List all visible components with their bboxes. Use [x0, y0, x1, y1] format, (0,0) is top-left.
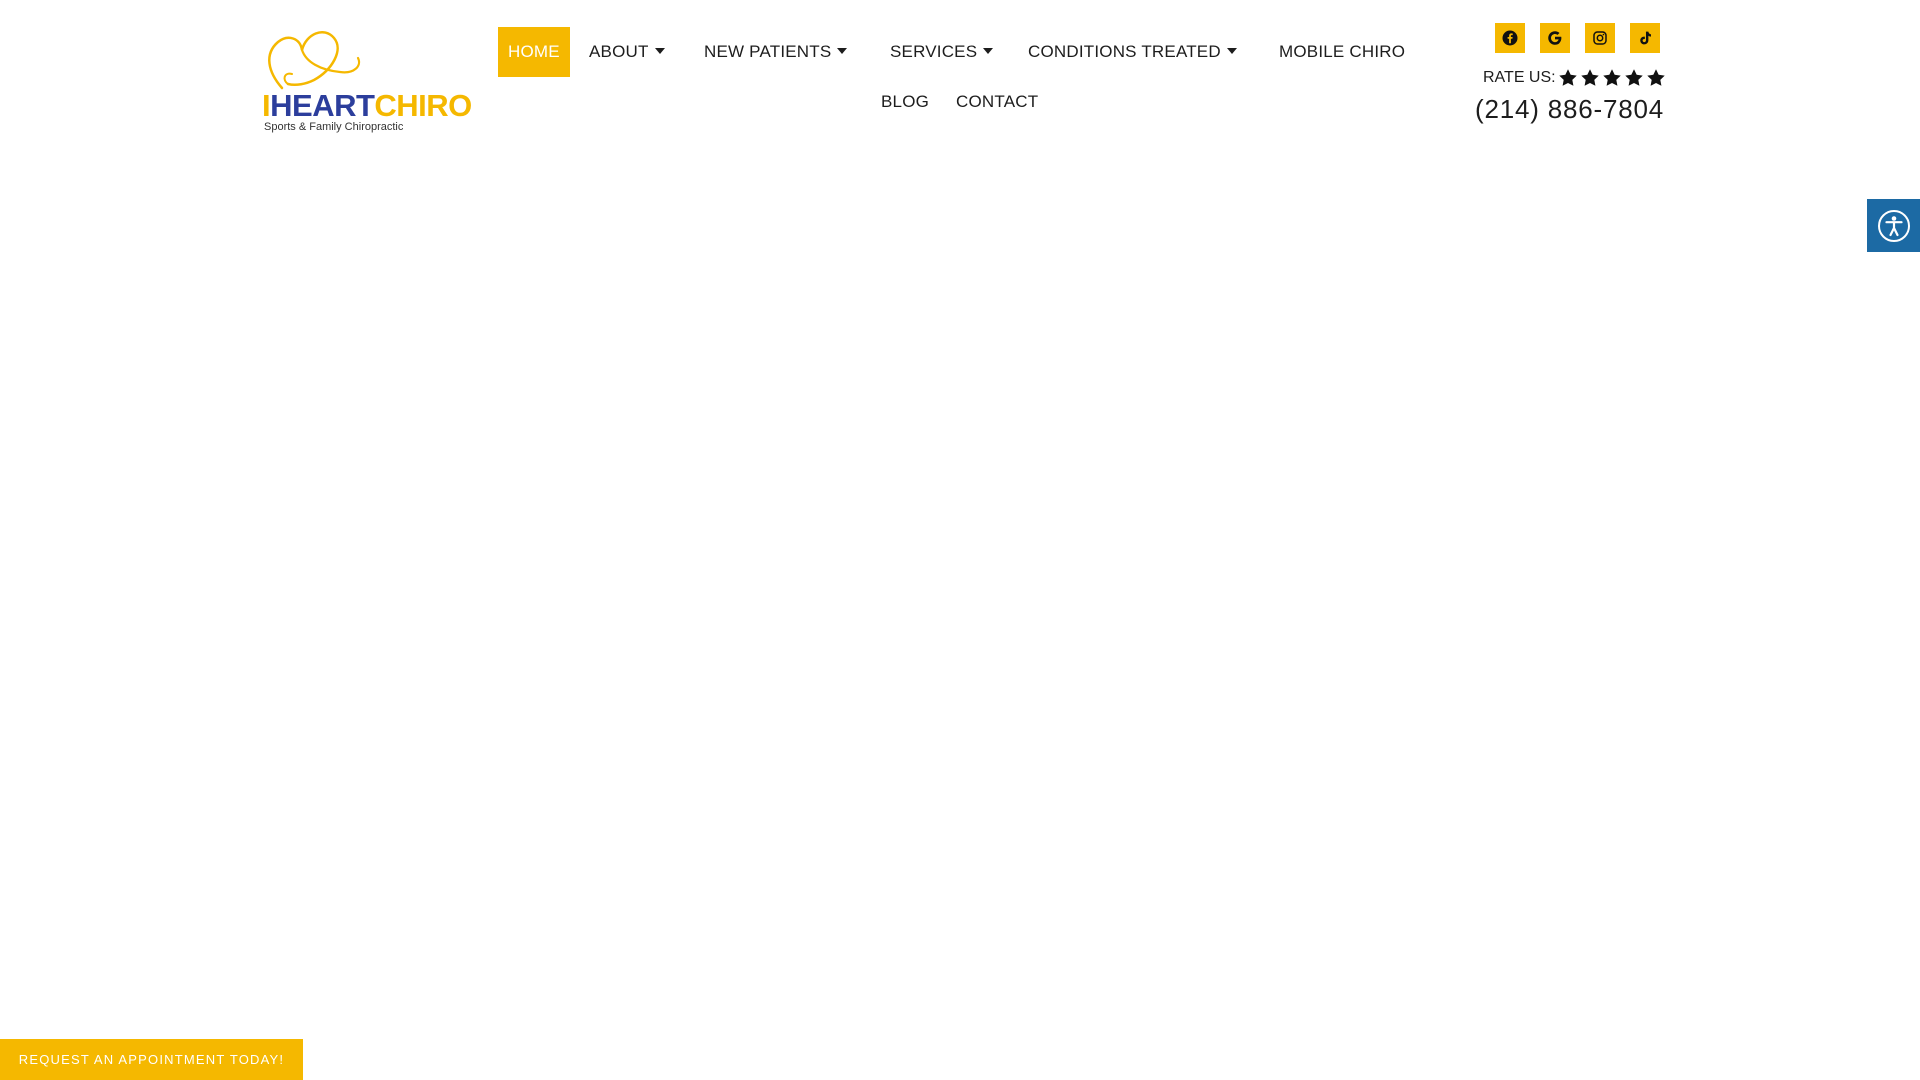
caret-down-icon — [1226, 47, 1237, 54]
nav-item-home[interactable]: HOME — [498, 27, 570, 77]
site-logo[interactable]: IHEARTCHIRO Sports & Family Chiropractic — [262, 20, 472, 136]
star-icon[interactable] — [1579, 67, 1601, 89]
caret-down-icon — [983, 47, 994, 54]
page: IHEARTCHIRO Sports & Family Chiropractic… — [0, 0, 1920, 1080]
nav-item-label: CONDITIONS TREATED — [1028, 42, 1221, 61]
logo-tagline: Sports & Family Chiropractic — [264, 121, 404, 133]
caret-down-icon — [654, 47, 665, 54]
main-navigation: HOME ABOUT NEW PATIENTS SERVICES CONDITI… — [498, 27, 1428, 127]
instagram-icon — [1593, 31, 1607, 45]
facebook-icon — [1502, 30, 1518, 46]
request-appointment-button[interactable]: REQUEST AN APPOINTMENT TODAY! — [0, 1039, 303, 1080]
nav-item-label: SERVICES — [890, 42, 978, 61]
nav-item-label: MOBILE CHIRO — [1279, 42, 1406, 61]
nav-item-services[interactable]: SERVICES — [890, 27, 994, 77]
nav-item-label: ABOUT — [589, 42, 649, 61]
logo-letter-i: I — [262, 88, 271, 123]
google-icon — [1548, 31, 1562, 45]
caret-down-icon — [837, 47, 848, 54]
star-icon[interactable] — [1601, 67, 1623, 89]
rate-us-label: RATE US: — [1483, 69, 1556, 86]
tiktok-icon — [1640, 31, 1651, 45]
nav-item-blog[interactable]: BLOG — [881, 77, 929, 127]
star-icon[interactable] — [1623, 67, 1645, 89]
nav-item-new-patients[interactable]: NEW PATIENTS — [704, 27, 848, 77]
nav-item-mobile-chiro[interactable]: MOBILE CHIRO — [1279, 27, 1405, 77]
phone-number-link[interactable]: (214) 886-7804 — [1468, 94, 1664, 125]
nav-item-label: HOME — [508, 42, 560, 61]
google-link[interactable] — [1540, 23, 1570, 53]
logo-word-heart: HEART — [270, 88, 375, 123]
logo-word-chiro: CHIRO — [374, 88, 472, 123]
star-icon[interactable] — [1645, 67, 1667, 89]
facebook-link[interactable] — [1495, 23, 1525, 53]
nav-item-label: CONTACT — [956, 92, 1039, 111]
rate-us: RATE US: — [1483, 66, 1667, 90]
nav-item-conditions-treated[interactable]: CONDITIONS TREATED — [1028, 27, 1237, 77]
logo-wordmark: IHEARTCHIRO — [262, 90, 472, 121]
rating-stars — [1557, 67, 1667, 89]
star-icon[interactable] — [1557, 67, 1579, 89]
nav-item-label: NEW PATIENTS — [704, 42, 832, 61]
nav-item-about[interactable]: ABOUT — [589, 27, 665, 77]
nav-item-label: BLOG — [881, 92, 930, 111]
accessibility-toolbar-button[interactable] — [1867, 199, 1920, 252]
tiktok-link[interactable] — [1630, 23, 1660, 53]
instagram-link[interactable] — [1585, 23, 1615, 53]
nav-item-contact[interactable]: CONTACT — [956, 77, 1038, 127]
heart-logo-icon — [268, 31, 361, 90]
accessibility-icon — [1877, 209, 1910, 242]
